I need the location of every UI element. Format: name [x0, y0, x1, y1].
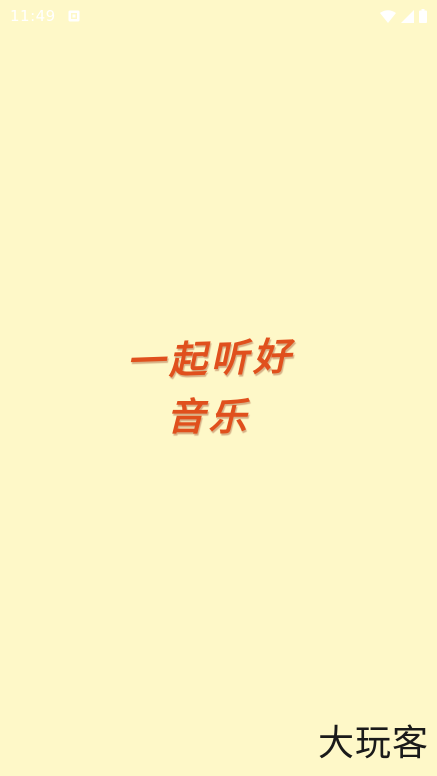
status-left: 11:49: [10, 7, 80, 25]
notification-icon: [68, 10, 80, 22]
status-time: 11:49: [10, 7, 56, 25]
slogan-line-1: 一起听好: [125, 333, 296, 384]
watermark-logo: 大玩客: [317, 723, 429, 764]
slogan-line-2: 音乐: [166, 394, 251, 439]
status-right: [380, 9, 427, 23]
status-bar: 11:49: [0, 0, 437, 32]
splash-slogan: 一起听好 音乐: [0, 330, 437, 446]
battery-icon: [419, 9, 427, 23]
wifi-icon: [380, 9, 396, 23]
signal-icon: [401, 9, 414, 23]
